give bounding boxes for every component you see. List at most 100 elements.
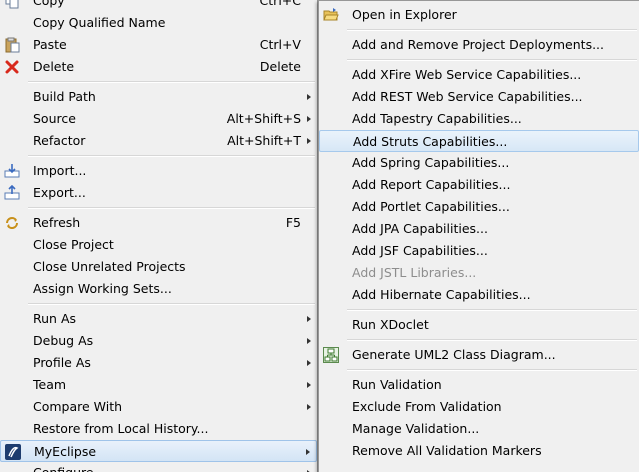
menu-item-label: Restore from Local History... — [33, 421, 209, 436]
menu-item-run-as[interactable]: Run As — [0, 308, 317, 330]
menu-item-label: Import... — [33, 163, 87, 178]
submenu-item-remove-validation-markers[interactable]: Remove All Validation Markers — [319, 440, 639, 462]
menu-item-copy-qualified-name[interactable]: Copy Qualified Name — [0, 12, 317, 34]
menu-item-compare-with[interactable]: Compare With — [0, 396, 317, 418]
menu-separator — [28, 207, 315, 209]
shortcut-label: Delete — [259, 59, 301, 74]
menu-item-label: Paste — [33, 37, 67, 52]
menu-item-import[interactable]: Import... — [0, 160, 317, 182]
menu-item-label: Compare With — [33, 399, 123, 414]
menu-item-label: Run Validation — [352, 377, 442, 392]
submenu-item-jsf[interactable]: Add JSF Capabilities... — [319, 240, 639, 262]
menu-item-label: Add JSF Capabilities... — [352, 243, 488, 258]
shortcut-label: F5 — [285, 215, 301, 230]
menu-item-copy[interactable]: Copy Ctrl+C — [0, 0, 317, 12]
submenu-item-hibernate[interactable]: Add Hibernate Capabilities... — [319, 284, 639, 306]
submenu-item-manage-validation[interactable]: Manage Validation... — [319, 418, 639, 440]
export-icon — [4, 184, 20, 201]
menu-item-delete[interactable]: Delete Delete — [0, 56, 317, 78]
menu-item-refresh[interactable]: Refresh F5 — [0, 212, 317, 234]
menu-separator — [28, 155, 315, 157]
paste-icon — [4, 37, 20, 53]
menu-separator — [28, 81, 315, 83]
submenu-item-jpa[interactable]: Add JPA Capabilities... — [319, 218, 639, 240]
menu-item-label: Add XFire Web Service Capabilities... — [352, 67, 582, 82]
submenu-item-struts[interactable]: Add Struts Capabilities... — [319, 130, 639, 152]
menu-item-label: Add Hibernate Capabilities... — [352, 287, 531, 302]
menu-separator — [28, 303, 315, 305]
menu-item-export[interactable]: Export... — [0, 182, 317, 204]
submenu-item-uml2-diagram[interactable]: Generate UML2 Class Diagram... — [319, 344, 639, 366]
menu-separator — [347, 29, 637, 31]
menu-item-label: Assign Working Sets... — [33, 281, 172, 296]
menu-item-label: Add Portlet Capabilities... — [352, 199, 510, 214]
menu-item-label: Export... — [33, 185, 86, 200]
menu-item-label: Close Project — [33, 237, 114, 252]
menu-separator — [347, 369, 637, 371]
menu-item-label: Run As — [33, 311, 77, 326]
menu-item-label: Team — [33, 377, 67, 392]
menu-item-label: Refactor — [33, 133, 86, 148]
submenu-item-rest[interactable]: Add REST Web Service Capabilities... — [319, 86, 639, 108]
menu-item-close-project[interactable]: Close Project — [0, 234, 317, 256]
submenu-arrow-icon — [307, 138, 311, 144]
menu-item-close-unrelated-projects[interactable]: Close Unrelated Projects — [0, 256, 317, 278]
menu-item-debug-as[interactable]: Debug As — [0, 330, 317, 352]
import-icon — [4, 163, 20, 179]
submenu-item-tapestry[interactable]: Add Tapestry Capabilities... — [319, 108, 639, 130]
menu-item-label: Add Report Capabilities... — [352, 177, 511, 192]
folder-open-icon — [323, 7, 339, 23]
menu-item-label: Add Struts Capabilities... — [353, 134, 508, 149]
submenu-item-xfire[interactable]: Add XFire Web Service Capabilities... — [319, 64, 639, 86]
submenu-item-open-in-explorer[interactable]: Open in Explorer — [319, 4, 639, 26]
submenu-item-spring[interactable]: Add Spring Capabilities... — [319, 152, 639, 174]
refresh-icon — [4, 215, 20, 231]
menu-item-label: Run XDoclet — [352, 317, 429, 332]
menu-item-label: Configure — [33, 462, 94, 472]
menu-separator — [347, 309, 637, 311]
menu-item-label: Add and Remove Project Deployments... — [352, 37, 604, 52]
menu-item-profile-as[interactable]: Profile As — [0, 352, 317, 374]
menu-item-build-path[interactable]: Build Path — [0, 86, 317, 108]
menu-item-label: Source — [33, 111, 76, 126]
menu-item-assign-working-sets[interactable]: Assign Working Sets... — [0, 278, 317, 300]
submenu-arrow-icon — [307, 360, 311, 366]
menu-item-label: Exclude From Validation — [352, 399, 502, 414]
menu-item-label: Delete — [33, 59, 75, 74]
menu-item-source[interactable]: Source Alt+Shift+S — [0, 108, 317, 130]
menu-item-label: Close Unrelated Projects — [33, 259, 186, 274]
submenu-item-jstl: Add JSTL Libraries... — [319, 262, 639, 284]
submenu-item-report[interactable]: Add Report Capabilities... — [319, 174, 639, 196]
shortcut-label: Alt+Shift+T — [227, 133, 301, 148]
menu-item-label: Remove All Validation Markers — [352, 443, 542, 458]
submenu-item-project-deployments[interactable]: Add and Remove Project Deployments... — [319, 34, 639, 56]
menu-item-restore-local-history[interactable]: Restore from Local History... — [0, 418, 317, 440]
menu-item-refactor[interactable]: Refactor Alt+Shift+T — [0, 130, 317, 152]
menu-item-label: Manage Validation... — [352, 421, 480, 436]
submenu-item-exclude-validation[interactable]: Exclude From Validation — [319, 396, 639, 418]
delete-icon — [4, 59, 20, 75]
submenu-arrow-icon — [307, 382, 311, 388]
menu-item-label: Build Path — [33, 89, 96, 104]
myeclipse-icon — [5, 444, 21, 460]
shortcut-label: Ctrl+C — [259, 0, 301, 8]
submenu-arrow-icon — [307, 404, 311, 410]
shortcut-label: Alt+Shift+S — [226, 111, 301, 126]
submenu-arrow-icon — [307, 338, 311, 344]
context-menu: Copy Ctrl+C Copy Qualified Name Paste Ct… — [0, 0, 318, 472]
menu-item-paste[interactable]: Paste Ctrl+V — [0, 34, 317, 56]
menu-item-label: MyEclipse — [34, 444, 97, 459]
menu-item-label: Add REST Web Service Capabilities... — [352, 89, 583, 104]
menu-item-configure[interactable]: Configure — [0, 462, 317, 472]
menu-item-label: Open in Explorer — [352, 7, 457, 22]
submenu-arrow-icon — [306, 449, 310, 455]
submenu-item-run-xdoclet[interactable]: Run XDoclet — [319, 314, 639, 336]
menu-item-label: Add Tapestry Capabilities... — [352, 111, 522, 126]
menu-item-team[interactable]: Team — [0, 374, 317, 396]
menu-item-myeclipse[interactable]: MyEclipse — [0, 440, 317, 462]
submenu-item-portlet[interactable]: Add Portlet Capabilities... — [319, 196, 639, 218]
menu-item-label: Debug As — [33, 333, 94, 348]
myeclipse-submenu: Open in Explorer Add and Remove Project … — [318, 0, 639, 472]
submenu-arrow-icon — [307, 94, 311, 100]
submenu-item-run-validation[interactable]: Run Validation — [319, 374, 639, 396]
